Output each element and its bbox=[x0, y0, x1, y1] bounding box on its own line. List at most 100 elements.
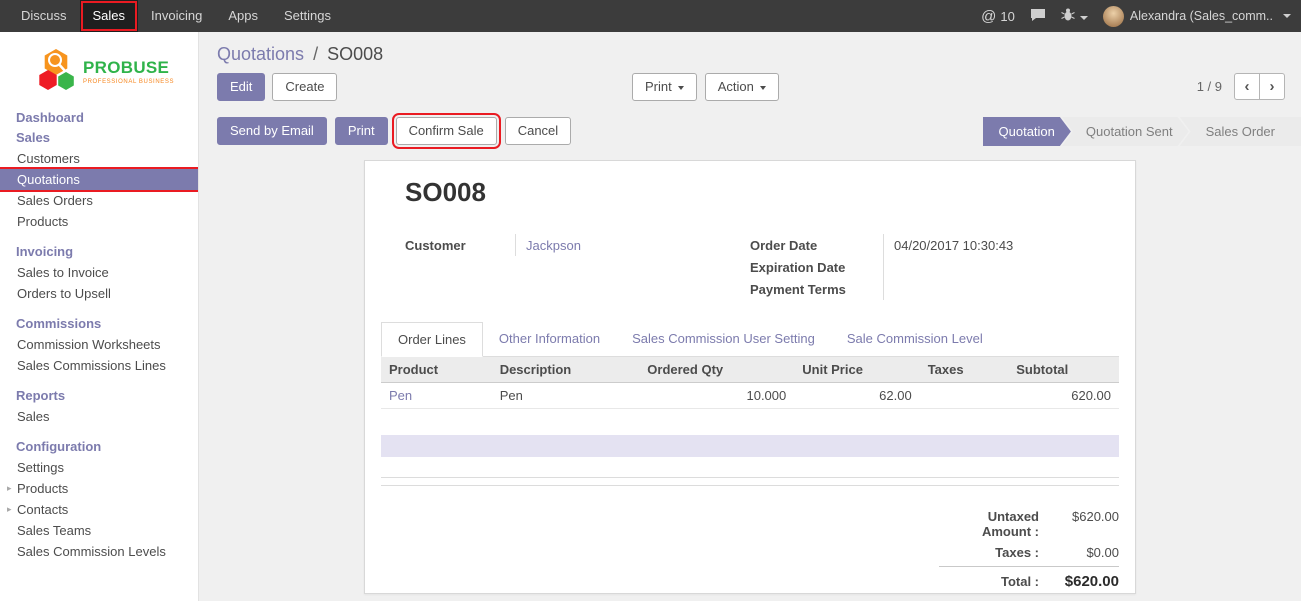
customer-label: Customer bbox=[405, 238, 515, 253]
sidebar-item-reports-sales[interactable]: Sales bbox=[0, 406, 198, 427]
avatar bbox=[1103, 6, 1124, 27]
sidebar-item-sales-commissions-lines[interactable]: Sales Commissions Lines bbox=[0, 355, 198, 376]
cell-description: Pen bbox=[492, 383, 640, 409]
send-by-email-button[interactable]: Send by Email bbox=[217, 117, 327, 145]
announcement-indicator[interactable]: @ 10 bbox=[981, 8, 1015, 25]
messages-icon[interactable] bbox=[1030, 8, 1046, 25]
cell-taxes bbox=[920, 383, 1009, 409]
expand-icon[interactable]: ▸ bbox=[7, 478, 12, 499]
edit-button[interactable]: Edit bbox=[217, 73, 265, 101]
notebook-tabs: Order Lines Other Information Sales Comm… bbox=[381, 322, 1119, 357]
top-navbar: Discuss Sales Invoicing Apps Settings @ … bbox=[0, 0, 1301, 32]
breadcrumb-current: SO008 bbox=[327, 44, 383, 64]
expiration-date-value bbox=[883, 256, 1095, 278]
sidebar-item-sales-teams[interactable]: Sales Teams bbox=[0, 520, 198, 541]
sidebar-heading-dashboard[interactable]: Dashboard bbox=[0, 108, 198, 128]
sidebar-heading-configuration[interactable]: Configuration bbox=[0, 437, 198, 457]
sidebar-item-quotations[interactable]: Quotations bbox=[0, 169, 198, 190]
top-menu-list: Discuss Sales Invoicing Apps Settings bbox=[0, 0, 344, 32]
menu-apps[interactable]: Apps bbox=[215, 0, 271, 32]
breadcrumb-separator: / bbox=[313, 44, 318, 64]
debug-icon[interactable] bbox=[1061, 8, 1088, 25]
user-name: Alexandra (Sales_comm.. bbox=[1130, 9, 1273, 23]
confirm-sale-button[interactable]: Confirm Sale bbox=[396, 117, 497, 145]
untaxed-amount-label: Untaxed Amount : bbox=[939, 509, 1053, 539]
create-button[interactable]: Create bbox=[272, 73, 337, 101]
column-header-subtotal[interactable]: Subtotal bbox=[1008, 357, 1119, 383]
print-button[interactable]: Print bbox=[335, 117, 388, 145]
menu-invoicing[interactable]: Invoicing bbox=[138, 0, 215, 32]
sidebar-section-commissions: Commissions Commission Worksheets Sales … bbox=[0, 314, 198, 376]
column-header-description[interactable]: Description bbox=[492, 357, 640, 383]
user-caret-icon bbox=[1283, 14, 1291, 18]
cancel-button[interactable]: Cancel bbox=[505, 117, 571, 145]
tab-order-lines[interactable]: Order Lines bbox=[381, 322, 483, 357]
sidebar-item-config-products[interactable]: ▸Products bbox=[0, 478, 198, 499]
table-row[interactable]: Pen Pen 10.000 62.00 620.00 bbox=[381, 383, 1119, 409]
sidebar-heading-invoicing[interactable]: Invoicing bbox=[0, 242, 198, 262]
sidebar-item-sales-orders[interactable]: Sales Orders bbox=[0, 190, 198, 211]
print-dropdown-label: Print bbox=[645, 79, 672, 94]
empty-section-band bbox=[381, 435, 1119, 457]
expand-icon[interactable]: ▸ bbox=[7, 499, 12, 520]
column-header-product[interactable]: Product bbox=[381, 357, 492, 383]
sidebar-section-dashboard: Dashboard Sales Customers Quotations Sal… bbox=[0, 108, 198, 232]
cell-ordered-qty: 10.000 bbox=[639, 383, 794, 409]
sidebar-section-configuration: Configuration Settings ▸Products ▸ Contac… bbox=[0, 437, 198, 562]
brand-tagline: PROFESSIONAL BUSINESS bbox=[83, 79, 174, 85]
form-statusbar: Send by Email Print Confirm Sale Cancel … bbox=[199, 117, 1301, 146]
sidebar-item-settings[interactable]: Settings bbox=[0, 457, 198, 478]
cell-unit-price: 62.00 bbox=[794, 383, 919, 409]
order-date-value: 04/20/2017 10:30:43 bbox=[883, 234, 1095, 256]
customer-value[interactable]: Jackpson bbox=[515, 234, 750, 256]
cell-product[interactable]: Pen bbox=[381, 383, 492, 409]
sidebar-item-commission-worksheets[interactable]: Commission Worksheets bbox=[0, 334, 198, 355]
sidebar-item-contacts[interactable]: ▸ Contacts bbox=[0, 499, 198, 520]
breadcrumb-quotations-link[interactable]: Quotations bbox=[217, 44, 304, 64]
sidebar-heading-sales[interactable]: Sales bbox=[0, 128, 198, 148]
menu-discuss[interactable]: Discuss bbox=[8, 0, 80, 32]
order-lines-header-row: Product Description Ordered Qty Unit Pri… bbox=[381, 357, 1119, 383]
stage-quotation[interactable]: Quotation bbox=[983, 117, 1071, 146]
chevron-down-icon bbox=[760, 86, 766, 90]
print-dropdown-button[interactable]: Print bbox=[632, 73, 697, 101]
probuse-logo: PROBUSE PROFESSIONAL BUSINESS bbox=[36, 47, 198, 96]
tab-sales-commission-user-setting[interactable]: Sales Commission User Setting bbox=[616, 322, 831, 357]
debug-caret-icon bbox=[1080, 16, 1088, 20]
taxes-label: Taxes : bbox=[939, 545, 1053, 560]
sidebar-item-products[interactable]: Products bbox=[0, 211, 198, 232]
field-groups: Customer Jackpson Order Date 04/20/2017 … bbox=[405, 234, 1095, 300]
sidebar-item-customers[interactable]: Customers bbox=[0, 148, 198, 169]
column-header-unit-price[interactable]: Unit Price bbox=[794, 357, 919, 383]
sidebar-item-label: Contacts bbox=[17, 502, 68, 517]
stage-sales-order[interactable]: Sales Order bbox=[1180, 117, 1301, 146]
expiration-date-label: Expiration Date bbox=[750, 260, 883, 275]
sidebar-heading-reports[interactable]: Reports bbox=[0, 386, 198, 406]
untaxed-amount-value: $620.00 bbox=[1053, 509, 1119, 524]
pager-previous-button[interactable]: ‹ bbox=[1234, 73, 1260, 100]
total-label: Total : bbox=[939, 574, 1053, 589]
sidebar-item-sales-to-invoice[interactable]: Sales to Invoice bbox=[0, 262, 198, 283]
sidebar-item-sales-commission-levels[interactable]: Sales Commission Levels bbox=[0, 541, 198, 562]
sidebar-item-orders-to-upsell[interactable]: Orders to Upsell bbox=[0, 283, 198, 304]
breadcrumb: Quotations / SO008 bbox=[199, 32, 1301, 65]
user-menu[interactable]: Alexandra (Sales_comm.. bbox=[1103, 6, 1291, 27]
control-panel: Edit Create Print Action 1 / 9 ‹ › bbox=[199, 73, 1301, 107]
pager-next-button[interactable]: › bbox=[1259, 73, 1285, 100]
tab-sale-commission-level[interactable]: Sale Commission Level bbox=[831, 322, 999, 357]
tab-other-information[interactable]: Other Information bbox=[483, 322, 616, 357]
menu-sales[interactable]: Sales bbox=[80, 0, 139, 32]
stage-pipeline: Quotation Quotation Sent Sales Order bbox=[983, 117, 1301, 146]
totals-block: Untaxed Amount : $620.00 Taxes : $0.00 T… bbox=[939, 506, 1119, 593]
announcement-count: 10 bbox=[1000, 9, 1014, 24]
stage-quotation-sent[interactable]: Quotation Sent bbox=[1062, 117, 1189, 146]
pager-counter: 1 / 9 bbox=[1197, 79, 1222, 94]
column-header-taxes[interactable]: Taxes bbox=[920, 357, 1009, 383]
column-header-ordered-qty[interactable]: Ordered Qty bbox=[639, 357, 794, 383]
sidebar-heading-commissions[interactable]: Commissions bbox=[0, 314, 198, 334]
chevron-down-icon bbox=[678, 86, 684, 90]
cell-subtotal: 620.00 bbox=[1008, 383, 1119, 409]
action-dropdown-button[interactable]: Action bbox=[705, 73, 779, 101]
menu-settings[interactable]: Settings bbox=[271, 0, 344, 32]
payment-terms-value bbox=[883, 278, 1095, 300]
